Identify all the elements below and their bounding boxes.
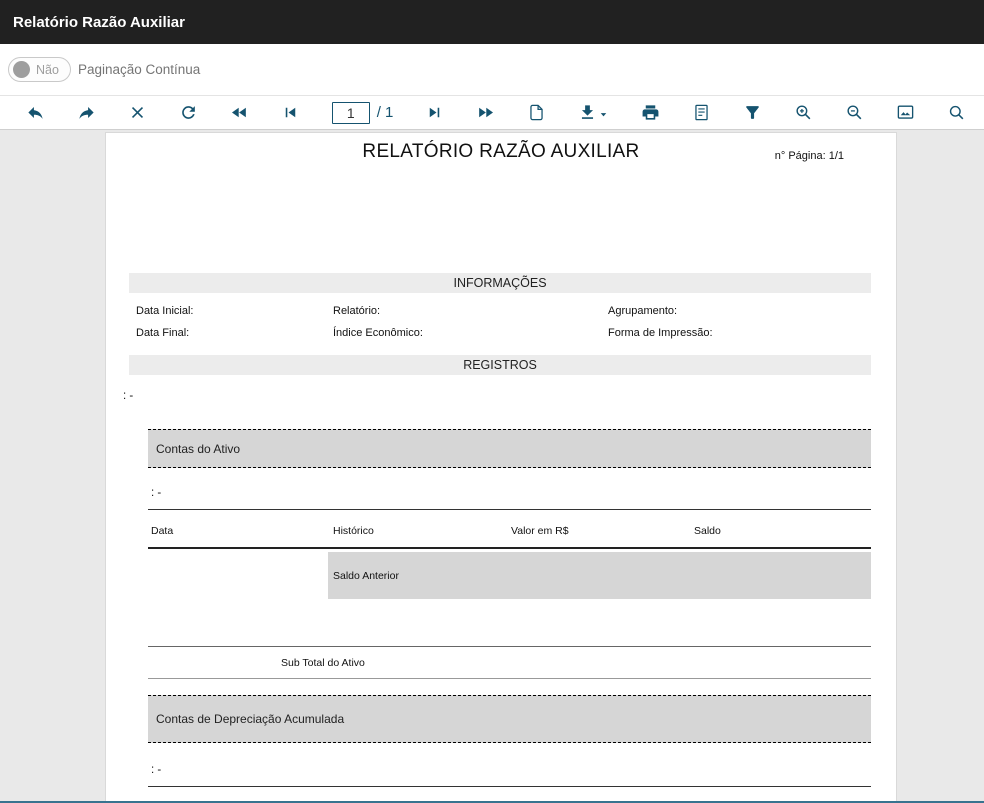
- fast-forward-button[interactable]: [476, 103, 495, 122]
- empty-value-marker: : -: [151, 487, 161, 499]
- saldo-anterior-cell: Saldo Anterior: [328, 552, 871, 599]
- fast-rewind-button[interactable]: [230, 103, 249, 122]
- refresh-button[interactable]: [179, 103, 198, 122]
- download-options-button[interactable]: [598, 105, 609, 120]
- download-icon: [578, 103, 597, 122]
- print-icon: [641, 103, 660, 122]
- zoom-out-icon: [845, 103, 864, 122]
- field-label-forma-impressao: Forma de Impressão:: [608, 327, 713, 339]
- page-number-group: / 1: [332, 102, 394, 124]
- empty-value-marker: : -: [123, 390, 133, 402]
- download-group: [578, 103, 609, 122]
- filter-button[interactable]: [743, 103, 762, 122]
- search-button[interactable]: [947, 103, 966, 122]
- pagination-label: Paginação Contínua: [78, 62, 200, 77]
- undo-button[interactable]: [26, 103, 45, 122]
- empty-value-marker: : -: [151, 764, 161, 776]
- zoom-in-icon: [794, 103, 813, 122]
- first-page-icon: [281, 103, 300, 122]
- table-header-divider: [148, 547, 871, 549]
- table-header-saldo: Saldo: [694, 525, 721, 537]
- report-toolbar: / 1: [0, 95, 984, 130]
- table-header-historico: Histórico: [333, 525, 374, 537]
- divider: [148, 678, 871, 679]
- close-icon: [128, 103, 147, 122]
- field-label-data-inicial: Data Inicial:: [136, 305, 193, 317]
- fast-rewind-icon: [230, 103, 249, 122]
- redo-button[interactable]: [77, 103, 96, 122]
- first-page-button[interactable]: [281, 103, 300, 122]
- new-document-button[interactable]: [527, 103, 546, 122]
- field-label-data-final: Data Final:: [136, 327, 189, 339]
- refresh-icon: [179, 103, 198, 122]
- redo-icon: [77, 103, 96, 122]
- group-header-contas-do-ativo: Contas do Ativo: [148, 429, 871, 468]
- fast-forward-icon: [476, 103, 495, 122]
- download-button[interactable]: [578, 103, 597, 122]
- divider: [148, 786, 871, 787]
- report-page-indicator: n° Página: 1/1: [775, 150, 844, 162]
- search-icon: [947, 103, 966, 122]
- field-label-indice-economico: Índice Econômico:: [333, 327, 423, 339]
- toggle-knob-icon[interactable]: [13, 61, 30, 78]
- document-lines-button[interactable]: [692, 103, 711, 122]
- page-number-input[interactable]: [332, 102, 370, 124]
- page-title: Relatório Razão Auxiliar: [13, 14, 185, 31]
- last-page-button[interactable]: [425, 103, 444, 122]
- section-header-registros: REGISTROS: [129, 355, 871, 375]
- section-header-informacoes: INFORMAÇÕES: [129, 273, 871, 293]
- pagination-toggle[interactable]: Não: [8, 57, 71, 82]
- report-viewer[interactable]: RELATÓRIO RAZÃO AUXILIAR n° Página: 1/1 …: [0, 130, 984, 803]
- image-icon: [896, 103, 915, 122]
- subtotal-label: Sub Total do Ativo: [281, 657, 365, 669]
- page-total-label: / 1: [377, 104, 394, 121]
- pagination-row: Não Paginação Contínua: [0, 44, 984, 95]
- divider: [148, 646, 871, 647]
- last-page-icon: [425, 103, 444, 122]
- image-button[interactable]: [896, 103, 915, 122]
- close-button[interactable]: [128, 103, 147, 122]
- zoom-in-button[interactable]: [794, 103, 813, 122]
- group-header-contas-depreciacao: Contas de Depreciação Acumulada: [148, 695, 871, 743]
- undo-icon: [26, 103, 45, 122]
- zoom-out-button[interactable]: [845, 103, 864, 122]
- caret-down-icon: [598, 109, 609, 120]
- divider: [148, 509, 871, 510]
- window-title-bar: Relatório Razão Auxiliar: [0, 0, 984, 44]
- new-document-icon: [527, 103, 546, 122]
- field-label-agrupamento: Agrupamento:: [608, 305, 677, 317]
- toggle-state-label: Não: [36, 63, 59, 77]
- report-page: RELATÓRIO RAZÃO AUXILIAR n° Página: 1/1 …: [105, 132, 897, 803]
- filter-icon: [743, 103, 762, 122]
- print-button[interactable]: [641, 103, 660, 122]
- table-header-valor: Valor em R$: [511, 525, 569, 537]
- table-header-data: Data: [151, 525, 173, 537]
- document-lines-icon: [692, 103, 711, 122]
- field-label-relatorio: Relatório:: [333, 305, 380, 317]
